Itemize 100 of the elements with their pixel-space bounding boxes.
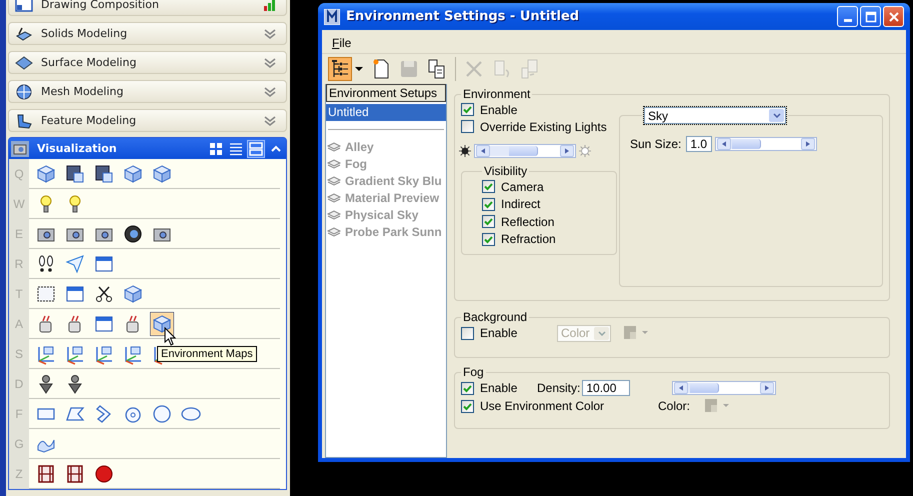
cube-icon[interactable]: [150, 312, 174, 336]
left-arrow-icon: [722, 141, 726, 147]
tooltip: Environment Maps: [157, 346, 257, 362]
maximize-icon: [864, 10, 876, 22]
section-header[interactable]: Solids Modeling: [8, 22, 287, 45]
dark-sun-icon: [459, 144, 471, 158]
sun-size-field[interactable]: 1.0: [686, 136, 712, 152]
app-icon: [324, 8, 340, 24]
layers-icon: [327, 208, 341, 220]
shortcut-key: G: [9, 429, 29, 459]
checkbox-label: Refraction: [501, 232, 556, 246]
checkbox[interactable]: [482, 232, 495, 246]
panel-icon: [249, 142, 263, 156]
left-arrow-icon: [481, 148, 485, 154]
checkbox-label: Override Existing Lights: [480, 120, 607, 134]
expand-icon[interactable]: [262, 114, 278, 128]
group-label: Visibility: [483, 164, 528, 178]
minimize-button[interactable]: [837, 6, 858, 27]
maximize-button[interactable]: [860, 6, 881, 27]
list-icon: [229, 142, 243, 156]
slider-right-button[interactable]: [801, 138, 816, 150]
slider-thumb[interactable]: [688, 383, 719, 393]
sheet-icon: [15, 0, 33, 12]
section-title: Surface Modeling: [41, 56, 138, 69]
panel-view-button[interactable]: [247, 140, 265, 158]
palette-title: Visualization: [37, 142, 118, 155]
sky-dropdown[interactable]: Sky: [644, 107, 786, 124]
shortcut-key: Q: [9, 159, 29, 189]
list-item[interactable]: Untitled: [326, 104, 446, 121]
layers-icon: [327, 174, 341, 186]
checkbox[interactable]: [461, 326, 474, 340]
close-button[interactable]: [883, 6, 904, 27]
column-header: Environment Setups: [326, 84, 446, 102]
checkbox[interactable]: [461, 120, 474, 133]
slider-thumb[interactable]: [490, 146, 538, 156]
shortcut-key: Z: [9, 459, 29, 489]
checkbox[interactable]: [482, 215, 495, 228]
shortcut-key: E: [9, 219, 29, 249]
group-label: Fog: [462, 365, 485, 379]
slider-right-button[interactable]: [760, 382, 774, 394]
shortcut-key: A: [9, 309, 29, 339]
chevron-down-icon: [772, 113, 780, 118]
section-header[interactable]: Feature Modeling: [8, 109, 287, 132]
slider-right-button[interactable]: [560, 145, 574, 157]
field-label: Sun Size:: [630, 137, 682, 151]
expand-icon[interactable]: [262, 84, 278, 98]
right-arrow-icon: [765, 385, 770, 391]
globe-icon: [15, 84, 33, 100]
slider-left-button[interactable]: [476, 145, 490, 157]
checkbox-label: Enable: [480, 326, 518, 340]
checkbox-label: Enable: [480, 381, 518, 395]
expand-icon[interactable]: [262, 56, 278, 70]
shape-icon: [15, 112, 33, 128]
minimize-icon: [844, 19, 852, 22]
menu-item[interactable]: File: [332, 36, 352, 50]
checkbox[interactable]: [461, 400, 474, 412]
section-header[interactable]: Drawing Composition: [8, 0, 287, 16]
checkbox[interactable]: [461, 103, 474, 116]
chevron-down-icon: [598, 330, 606, 336]
shortcut-key: F: [9, 399, 29, 429]
checkbox-label: Indirect: [501, 197, 540, 212]
section-title: Solids Modeling: [41, 27, 128, 40]
chart-icon: [262, 0, 278, 12]
checkbox[interactable]: [482, 198, 495, 211]
shape-icon: [15, 26, 33, 42]
close-icon: [888, 10, 900, 22]
checkbox-label: Enable: [480, 102, 518, 116]
shortcut-key: D: [9, 369, 29, 399]
shortcut-key: W: [9, 189, 29, 219]
checkbox-label: Camera: [501, 180, 544, 194]
grid-icon: [209, 142, 223, 156]
window-title: Environment Settings - Untitled: [346, 9, 580, 24]
density-field[interactable]: 10.00: [582, 380, 630, 396]
floppy-icon: [398, 58, 420, 80]
field-label: Color:: [658, 399, 690, 413]
layers-icon: [327, 226, 341, 238]
tree-icon: [329, 58, 351, 80]
layers-icon: [327, 192, 341, 204]
section-header[interactable]: Surface Modeling: [8, 51, 287, 74]
layers-icon: [327, 140, 341, 152]
shortcut-key: S: [9, 339, 29, 369]
expand-icon[interactable]: [262, 26, 278, 40]
checkbox[interactable]: [461, 382, 474, 394]
section-title: Mesh Modeling: [41, 85, 124, 98]
shortcut-key: T: [9, 279, 29, 309]
checkbox[interactable]: [482, 180, 495, 194]
group-label: Background: [462, 310, 528, 324]
layers-icon: [327, 158, 341, 170]
field-label: Density:: [537, 381, 580, 395]
shape-icon: [15, 54, 33, 70]
cursor-icon: [164, 327, 176, 347]
slider-left-button[interactable]: [717, 138, 732, 150]
shortcut-key: R: [9, 249, 29, 279]
left-arrow-icon: [679, 385, 684, 391]
right-arrow-icon: [565, 148, 569, 154]
section-header[interactable]: Mesh Modeling: [8, 80, 287, 103]
right-arrow-icon: [806, 141, 810, 147]
group-label: Environment: [462, 87, 532, 101]
slider-left-button[interactable]: [674, 382, 688, 394]
slider-thumb[interactable]: [731, 139, 761, 149]
